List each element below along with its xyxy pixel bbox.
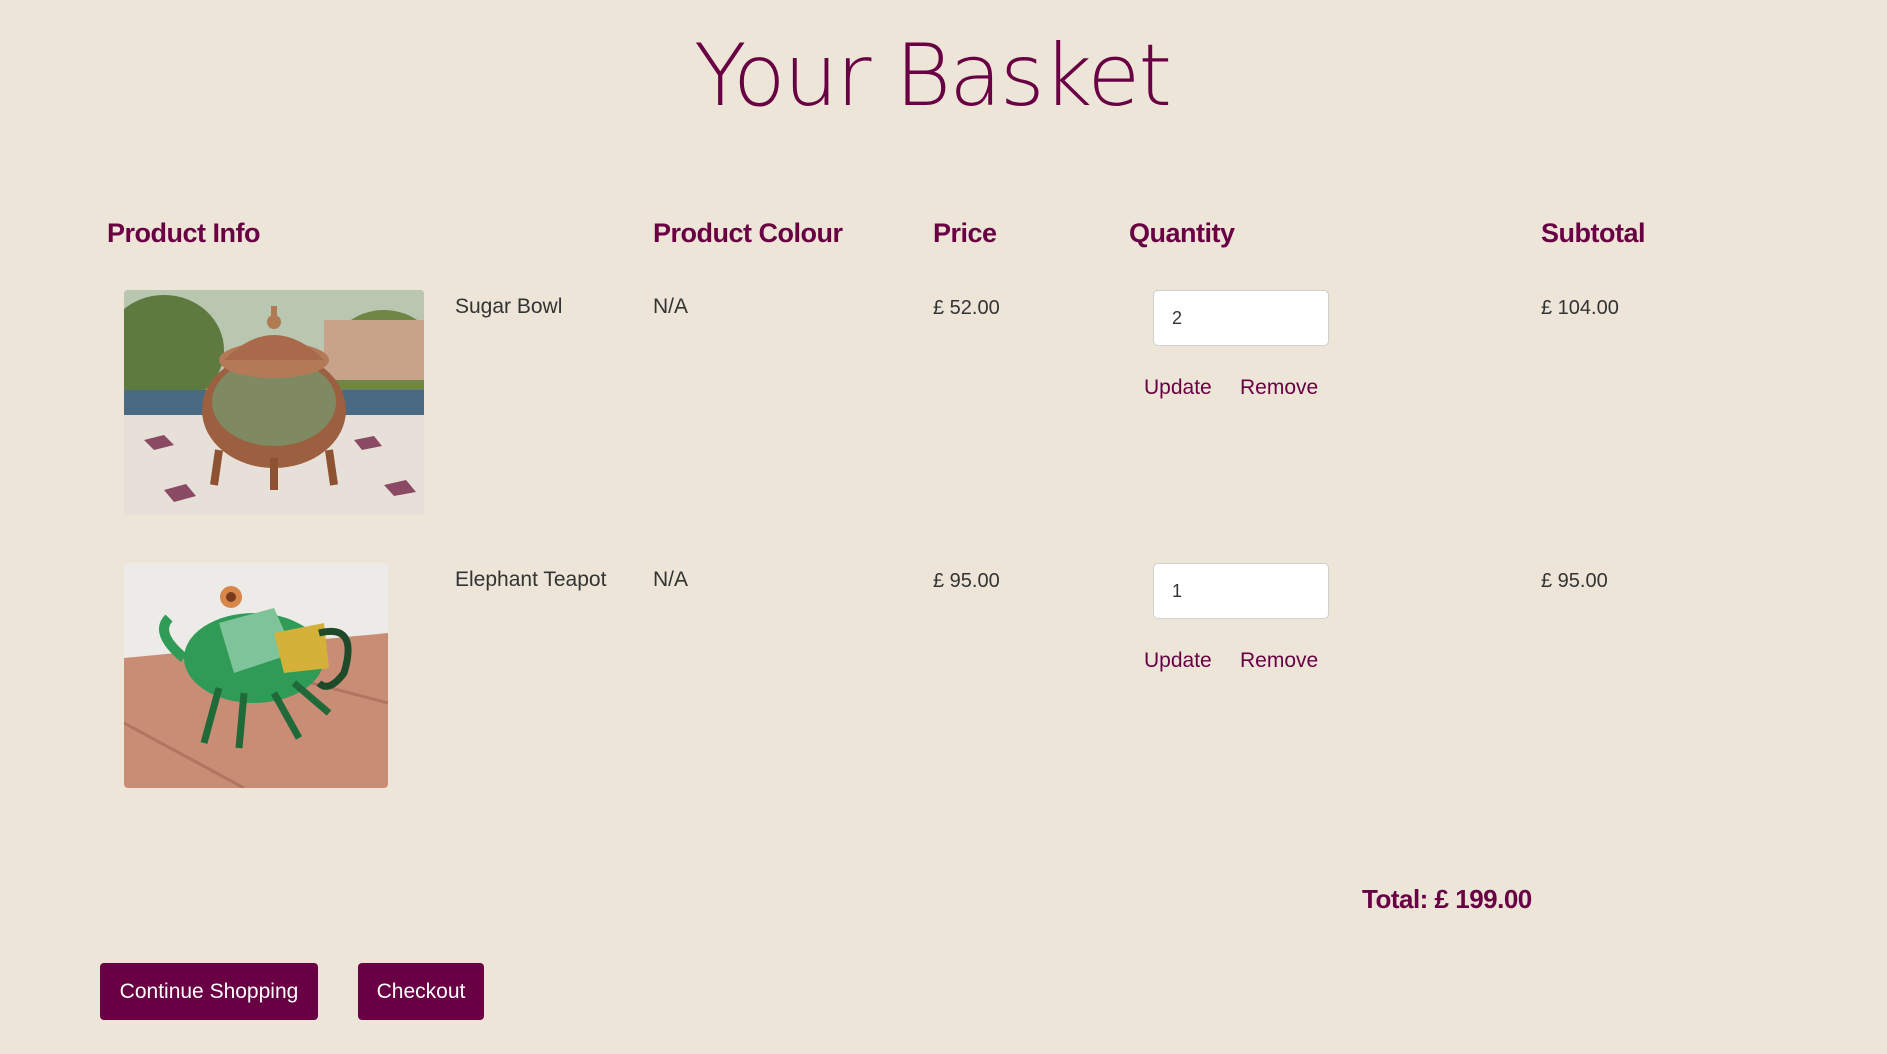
elephant-teapot-image[interactable]	[124, 563, 388, 788]
product-subtotal: £ 95.00	[1541, 570, 1608, 592]
product-name: Sugar Bowl	[455, 295, 563, 318]
basket-total: Total: £ 199.00	[1362, 884, 1532, 914]
sugar-bowl-image[interactable]	[124, 290, 424, 515]
header-product-colour: Product Colour	[653, 218, 843, 248]
update-link[interactable]: Update	[1144, 376, 1212, 400]
product-colour: N/A	[653, 568, 689, 591]
header-subtotal: Subtotal	[1541, 218, 1646, 248]
page-title: Your Basket	[693, 26, 1172, 126]
header-price: Price	[933, 218, 997, 248]
product-colour: N/A	[653, 295, 689, 318]
product-subtotal: £ 104.00	[1541, 297, 1619, 319]
header-quantity: Quantity	[1129, 218, 1235, 248]
update-link[interactable]: Update	[1144, 649, 1212, 673]
quantity-input[interactable]	[1153, 290, 1329, 346]
quantity-input[interactable]	[1153, 563, 1329, 619]
remove-link[interactable]: Remove	[1240, 649, 1318, 673]
checkout-button[interactable]: Checkout	[358, 963, 484, 1020]
product-price: £ 95.00	[933, 570, 1000, 592]
product-price: £ 52.00	[933, 297, 1000, 319]
continue-shopping-button[interactable]: Continue Shopping	[100, 963, 318, 1020]
product-name: Elephant Teapot	[455, 568, 607, 591]
remove-link[interactable]: Remove	[1240, 376, 1318, 400]
header-product-info: Product Info	[107, 218, 260, 248]
